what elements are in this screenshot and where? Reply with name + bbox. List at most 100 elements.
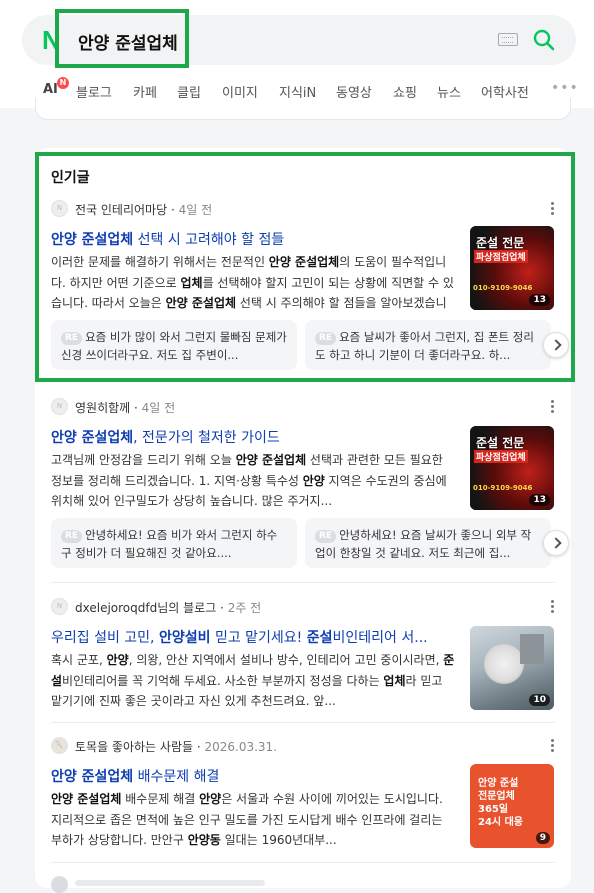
- snippet-keyword: 안양 준설업체: [235, 453, 307, 467]
- snippet-text: 혹시 군포,: [51, 653, 107, 667]
- top-bar: N 안양 준설업체 AI N 블로그 카페 클립 이미지 지식iN 동영상 쇼핑…: [0, 0, 594, 108]
- divider: [51, 862, 555, 863]
- naver-logo[interactable]: N: [42, 27, 61, 53]
- comment-text: 요즘 날씨가 좋아서 그런지, 집 폰트 정리도 하고 하니 기분이 더 좋더라…: [315, 330, 534, 362]
- post-title[interactable]: 안양 준설업체 선택 시 고려해야 할 점들: [51, 229, 284, 249]
- author-row[interactable]: 🥄 토목을 좋아하는 사람들 · 2026.03.31.: [51, 737, 557, 755]
- post-snippet[interactable]: 이러한 문제를 해결하기 위해서는 전문적인 안양 준설업체의 도움이 필수적입…: [51, 252, 455, 314]
- image-count-badge: 9: [535, 832, 550, 844]
- avatar[interactable]: N: [51, 598, 68, 615]
- post-item: N 영원히함께 · 4일 전 안양 준설업체, 전문가의 철저한 가이드 고객님…: [51, 398, 569, 568]
- more-options-icon[interactable]: [551, 600, 555, 614]
- post-date: 4일 전: [141, 401, 176, 415]
- author-name[interactable]: 전국 인테리어마당: [75, 203, 167, 217]
- author-row[interactable]: N 영원히함께 · 4일 전: [51, 398, 557, 416]
- avatar[interactable]: N: [51, 398, 68, 415]
- comment-preview[interactable]: RE 요즘 날씨가 좋아서 그런지, 집 폰트 정리도 하고 하니 기분이 더 좋…: [305, 320, 551, 370]
- snippet-keyword: 안양 준설업체: [51, 792, 122, 806]
- snippet-text: 고객님께 안정감을 드리기 위해 오늘: [51, 453, 236, 467]
- post-title-rest[interactable]: 비인테리어 서...: [333, 630, 428, 646]
- re-badge: RE: [315, 530, 337, 543]
- thumb-headline: 준설 전문: [476, 436, 525, 450]
- post-title-keyword[interactable]: 준설: [307, 630, 333, 646]
- post-title-keyword[interactable]: 안양 준설업체: [51, 769, 133, 785]
- avatar[interactable]: N: [51, 200, 68, 217]
- comment-preview[interactable]: RE 안녕하세요! 요즘 날씨가 좋으니 외부 작업이 한창일 것 같네요. 저도…: [305, 518, 551, 568]
- author-row[interactable]: N dxelejoroqdfd님의 블로그 · 2주 전: [51, 598, 557, 616]
- post-date: 2026.03.31.: [204, 740, 278, 754]
- post-date: 4일 전: [178, 203, 213, 217]
- re-badge: RE: [61, 332, 83, 345]
- snippet-keyword: 안양 준설업체: [165, 296, 237, 310]
- post-thumbnail[interactable]: 준설 전문 파상점검업체 010-9109-9046 13: [470, 426, 554, 510]
- snippet-text: 비인테리어를 꼭 기억해 두세요. 사소한 부분까지 정성을 다하는: [62, 673, 384, 688]
- post-title-rest[interactable]: 배수문제 해결: [133, 769, 220, 785]
- post-snippet[interactable]: 안양 준설업체 배수문제 해결 안양은 서울과 수원 사이에 끼어있는 도시입니…: [51, 789, 455, 851]
- image-count-badge: 10: [529, 694, 550, 706]
- re-badge: RE: [315, 332, 337, 345]
- next-comments-button[interactable]: [543, 530, 569, 556]
- search-box[interactable]: N 안양 준설업체: [22, 15, 576, 65]
- post-title-rest[interactable]: 우리집 설비 고민,: [51, 630, 159, 646]
- image-count-badge: 13: [529, 294, 550, 306]
- comment-text: 안녕하세요! 요즘 날씨가 좋으니 외부 작업이 한창일 것 같네요. 저도 최…: [315, 528, 532, 560]
- avatar[interactable]: 🥄: [51, 737, 68, 754]
- post-title[interactable]: 우리집 설비 고민, 안양설비 믿고 맡기세요! 준설비인테리어 서...: [51, 627, 463, 647]
- post-title-keyword[interactable]: 안양 준설업체: [51, 430, 133, 446]
- thumb-subtitle: 파상점검업체: [474, 450, 528, 463]
- post-title[interactable]: 안양 준설업체, 전문가의 철저한 가이드: [51, 427, 280, 447]
- keyboard-icon[interactable]: [498, 33, 518, 46]
- more-options-icon[interactable]: [551, 202, 555, 216]
- post-title-rest[interactable]: 믿고 맡기세요!: [211, 630, 307, 646]
- author-name[interactable]: 토목을 좋아하는 사람들: [75, 740, 193, 754]
- thumb-phone: 010-9109-9046: [473, 284, 533, 292]
- post-thumbnail[interactable]: 준설 전문 파상점검업체 010-9109-9046 13: [470, 226, 554, 310]
- snippet-text: 이러한 문제를 해결하기 위해서는 전문적인: [51, 255, 269, 269]
- snippet-keyword: 안양: [302, 473, 325, 488]
- more-options-icon[interactable]: [551, 739, 555, 753]
- post-item: 🥄 토목을 좋아하는 사람들 · 2026.03.31. 안양 준설업체 배수문…: [51, 737, 557, 852]
- next-comments-button[interactable]: [543, 332, 569, 358]
- post-date: 2주 전: [227, 601, 262, 615]
- snippet-text: 일대는 1960년대부...: [220, 833, 337, 847]
- tab-ai[interactable]: AI: [43, 82, 58, 97]
- post-title[interactable]: 안양 준설업체 배수문제 해결: [51, 766, 219, 786]
- author-row[interactable]: N 전국 인테리어마당 · 4일 전: [51, 200, 557, 218]
- search-input[interactable]: 안양 준설업체: [78, 29, 178, 54]
- comment-text: 안녕하세요! 요즘 비가 와서 그런지 하수구 정비가 더 필요해진 것 같아요…: [61, 528, 278, 560]
- snippet-keyword: 업체: [383, 673, 406, 688]
- author-name[interactable]: dxelejoroqdfd님의 블로그: [75, 601, 216, 615]
- snippet-text: , 의왕, 안산 지역에서 설비나 방수, 인테리어 고민 중이시라면,: [128, 653, 444, 667]
- thumb-subtitle: 파상점검업체: [474, 250, 528, 263]
- divider: [51, 582, 555, 583]
- search-icon[interactable]: [532, 28, 556, 56]
- comment-preview[interactable]: RE 안녕하세요! 요즘 비가 와서 그런지 하수구 정비가 더 필요해진 것 같…: [51, 518, 297, 568]
- snippet-keyword: 안양: [199, 792, 222, 806]
- post-title-rest[interactable]: 선택 시 고려해야 할 점들: [133, 232, 285, 248]
- snippet-text: 배수문제 해결: [121, 792, 200, 806]
- re-badge: RE: [61, 530, 83, 543]
- next-item-avatar: [51, 876, 68, 893]
- section-title: 인기글: [51, 170, 90, 186]
- new-badge: N: [57, 77, 69, 89]
- post-snippet[interactable]: 혹시 군포, 안양, 의왕, 안산 지역에서 설비나 방수, 인테리어 고민 중…: [51, 650, 455, 712]
- snippet-keyword: 업체: [180, 275, 203, 290]
- post-title-rest[interactable]: , 전문가의 철저한 가이드: [133, 430, 280, 446]
- divider: [51, 722, 555, 723]
- author-name[interactable]: 영원히함께: [75, 401, 130, 415]
- comment-preview[interactable]: RE 요즘 비가 많이 와서 그런지 물빠짐 문제가 신경 쓰이더라구요. 저도 …: [51, 320, 297, 370]
- thumb-headline: 준설 전문: [476, 236, 525, 250]
- thumb-phone: 010-9109-9046: [473, 484, 533, 492]
- snippet-keyword: 안양 준설업체: [268, 255, 340, 269]
- post-title-keyword[interactable]: 안양 준설업체: [51, 232, 133, 248]
- snippet-keyword: 안양동: [187, 833, 221, 847]
- post-thumbnail[interactable]: 10: [470, 626, 554, 710]
- more-tabs-icon[interactable]: •••: [551, 80, 579, 96]
- post-item: N 전국 인테리어마당 · 4일 전 안양 준설업체 선택 시 고려해야 할 점…: [51, 200, 569, 370]
- next-item-author-placeholder: [75, 880, 265, 886]
- thumb-line: 24시 대응: [478, 817, 523, 828]
- more-options-icon[interactable]: [551, 400, 555, 414]
- post-title-keyword[interactable]: 안양설비: [159, 630, 211, 646]
- post-snippet[interactable]: 고객님께 안정감을 드리기 위해 오늘 안양 준설업체 선택과 관련한 모든 필…: [51, 450, 455, 512]
- post-thumbnail[interactable]: 안양 준설 전문업체 365일 24시 대응 9: [470, 764, 554, 848]
